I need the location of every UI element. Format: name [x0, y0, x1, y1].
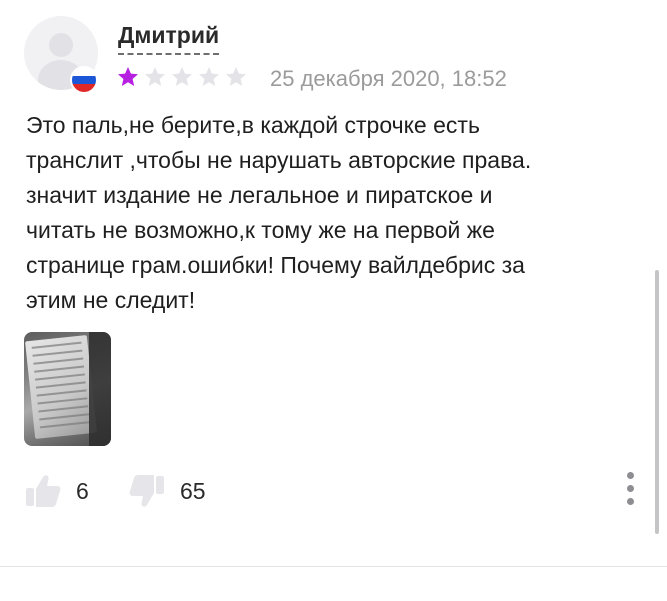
more-options-button[interactable]	[624, 472, 636, 505]
flag-stripe	[72, 76, 96, 84]
like-count: 6	[76, 477, 89, 504]
star-empty-icon	[172, 67, 192, 86]
rating-stars	[116, 65, 248, 89]
star-empty-icon	[199, 67, 219, 86]
photo-shadow	[89, 332, 111, 446]
country-flag-icon	[70, 66, 98, 94]
more-dot	[626, 498, 634, 505]
dislike-count: 65	[180, 477, 206, 504]
like-button[interactable]: 6	[24, 472, 89, 510]
flag-stripe	[72, 84, 96, 92]
dislike-button[interactable]: 65	[128, 472, 206, 510]
thumbs-down-icon	[129, 475, 164, 507]
photo-book-page	[25, 335, 97, 439]
author-name[interactable]: Дмитрий	[118, 22, 220, 55]
more-dot	[626, 485, 634, 492]
star-empty-icon	[145, 67, 165, 86]
thumbs-up-icon	[26, 475, 61, 507]
flag-stripe	[72, 68, 96, 76]
divider	[0, 566, 667, 567]
review-text: Это паль,не берите,в каждой строчке есть…	[26, 112, 532, 313]
more-dot	[626, 472, 634, 479]
review-date: 25 декабря 2020, 18:52	[270, 66, 507, 91]
review-photo[interactable]	[24, 332, 111, 446]
star-filled-icon	[118, 67, 138, 86]
star-empty-icon	[226, 67, 246, 86]
scrollbar[interactable]	[655, 270, 659, 534]
avatar-head	[49, 33, 73, 57]
